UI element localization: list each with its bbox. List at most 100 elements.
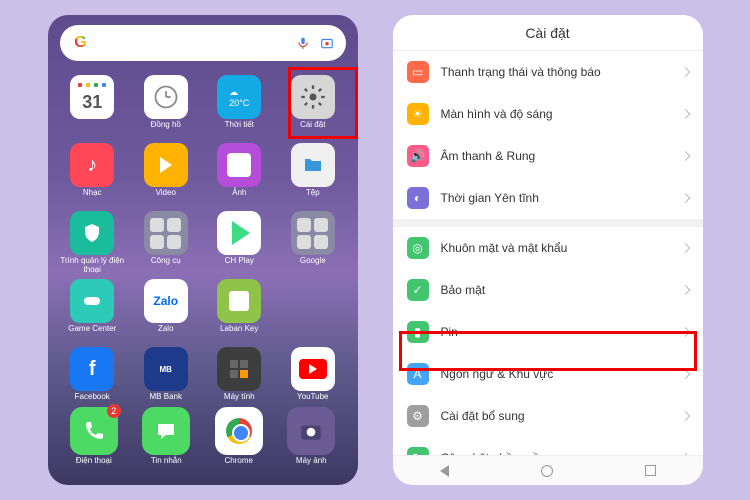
app-label: Game Center (68, 325, 116, 343)
i-play-icon (217, 211, 261, 255)
app-Thời tiết[interactable]: ☁20°C Thời tiết (203, 75, 277, 139)
app-label: Thời tiết (225, 121, 254, 139)
app-label: Tệp (306, 189, 320, 207)
settings-item-icon: ▭ (407, 61, 429, 83)
dock-message-icon[interactable]: Tin nhắn (142, 407, 190, 475)
settings-item-label: Âm thanh & Rung (441, 149, 536, 163)
app-Video[interactable]: Video (129, 143, 203, 207)
app-Laban Key[interactable]: Laban Key (203, 279, 277, 343)
app-label: Zalo (158, 325, 174, 343)
i-tools-icon (144, 211, 188, 255)
phone-settings-screen: Cài đặt ▭ Thanh trạng thái và thông báo ☀ M… (393, 15, 703, 485)
app-label: Công cụ (151, 257, 181, 275)
i-cal-icon: 31 (70, 75, 114, 119)
highlight-additional-settings (399, 331, 697, 371)
i-calc-icon (217, 347, 261, 391)
dock-label: Điện thoại (76, 457, 112, 475)
settings-title: Cài đặt (393, 15, 703, 51)
dock-label: Máy ảnh (296, 457, 327, 475)
app-Nhạc[interactable]: ♪ Nhạc (56, 143, 130, 207)
i-weather-icon: ☁20°C (217, 75, 261, 119)
dock-chrome-icon[interactable]: Chrome (215, 407, 263, 475)
settings-item-icon: ☀ (407, 103, 429, 125)
settings-item-label: Bảo mật (441, 283, 486, 297)
recent-button[interactable] (636, 462, 666, 480)
app-label: Laban Key (220, 325, 258, 343)
i-google-icon (291, 211, 335, 255)
i-photo-icon (217, 143, 261, 187)
dock-phone-icon[interactable]: 2 Điện thoại (70, 407, 118, 475)
i-shield-icon (70, 211, 114, 255)
settings-list: ▭ Thanh trạng thái và thông báo ☀ Màn hình … (393, 51, 703, 485)
chrome-icon (215, 407, 263, 455)
app-label: Google (300, 257, 326, 275)
app-label: Trình quản lý điện thoại (56, 257, 130, 275)
nav-bar (393, 455, 703, 485)
settings-item[interactable]: ✓ Bảo mật (393, 269, 703, 311)
highlight-settings-app (288, 67, 358, 139)
dock-label: Chrome (225, 457, 253, 475)
settings-item-label: Khuôn mặt và mật khẩu (441, 241, 568, 255)
settings-item-label: Màn hình và độ sáng (441, 107, 553, 121)
i-gc-icon (70, 279, 114, 323)
i-music-icon: ♪ (70, 143, 114, 187)
dock-camera-icon[interactable]: Máy ảnh (287, 407, 335, 475)
app-label: Ảnh (232, 189, 246, 207)
dock-label: Tin nhắn (151, 457, 182, 475)
i-clock-icon (144, 75, 188, 119)
phone-icon: 2 (70, 407, 118, 455)
dock: 2 Điện thoại Tin nhắn Chrome Máy ảnh (48, 407, 358, 475)
app-Đồng hồ[interactable]: Đồng hồ (129, 75, 203, 139)
settings-item[interactable]: ⚙ Cài đặt bổ sung (393, 395, 703, 437)
settings-item-icon: ⚙ (407, 405, 429, 427)
lens-icon[interactable] (320, 36, 334, 50)
camera-icon (287, 407, 335, 455)
settings-item[interactable]: 🔊 Âm thanh & Rung (393, 135, 703, 177)
google-search-bar[interactable]: G (60, 25, 346, 61)
settings-item[interactable]: ☀ Màn hình và độ sáng (393, 93, 703, 135)
settings-item[interactable]: ▭ Thanh trạng thái và thông báo (393, 51, 703, 93)
message-icon (142, 407, 190, 455)
app-Game Center[interactable]: Game Center (56, 279, 130, 343)
app-Máy tính[interactable]: Máy tính (203, 347, 277, 411)
phone-home-screen: G 31Đồng hồ☁20°CThời tiếtCài đặt♪NhạcVid… (48, 15, 358, 485)
settings-item-icon: ✓ (407, 279, 429, 301)
back-button[interactable] (429, 462, 459, 480)
i-yt-icon (291, 347, 335, 391)
settings-item[interactable]: ◎ Khuôn mặt và mật khẩu (393, 227, 703, 269)
badge: 2 (107, 404, 121, 418)
i-zalo-icon: Zalo (144, 279, 188, 323)
app-Tệp[interactable]: Tệp (276, 143, 350, 207)
mic-icon[interactable] (296, 36, 310, 50)
home-button[interactable] (532, 462, 562, 480)
app-Zalo[interactable]: Zalo Zalo (129, 279, 203, 343)
app-label: Video (156, 189, 176, 207)
settings-item[interactable]: ◐ Thời gian Yên tĩnh (393, 177, 703, 219)
app-YouTube[interactable]: YouTube (276, 347, 350, 411)
app-Công cụ[interactable]: Công cụ (129, 211, 203, 275)
i-laban-icon (217, 279, 261, 323)
app-slot-15 (276, 279, 350, 343)
app-MB Bank[interactable]: MBMB Bank (129, 347, 203, 411)
settings-item-icon: ◐ (407, 187, 429, 209)
settings-item-label: Cài đặt bổ sung (441, 409, 525, 423)
app-slot-0[interactable]: 31 (56, 75, 130, 139)
i-file-icon (291, 143, 335, 187)
app-label: Nhạc (83, 189, 102, 207)
i-fb-icon: f (70, 347, 114, 391)
settings-item-label: Thời gian Yên tĩnh (441, 191, 539, 205)
settings-item-icon: 🔊 (407, 145, 429, 167)
i-video-icon (144, 143, 188, 187)
app-label: CH Play (225, 257, 254, 275)
app-label: Đồng hồ (151, 121, 181, 139)
app-Ảnh[interactable]: Ảnh (203, 143, 277, 207)
settings-item-icon: ◎ (407, 237, 429, 259)
app-Trình quản lý điện thoại[interactable]: Trình quản lý điện thoại (56, 211, 130, 275)
app-CH Play[interactable]: CH Play (203, 211, 277, 275)
settings-item-label: Thanh trạng thái và thông báo (441, 65, 601, 79)
google-logo-icon: G (72, 34, 90, 52)
app-Google[interactable]: Google (276, 211, 350, 275)
app-Facebook[interactable]: fFacebook (56, 347, 130, 411)
section-divider (393, 219, 703, 227)
i-mb-icon: MB (144, 347, 188, 391)
